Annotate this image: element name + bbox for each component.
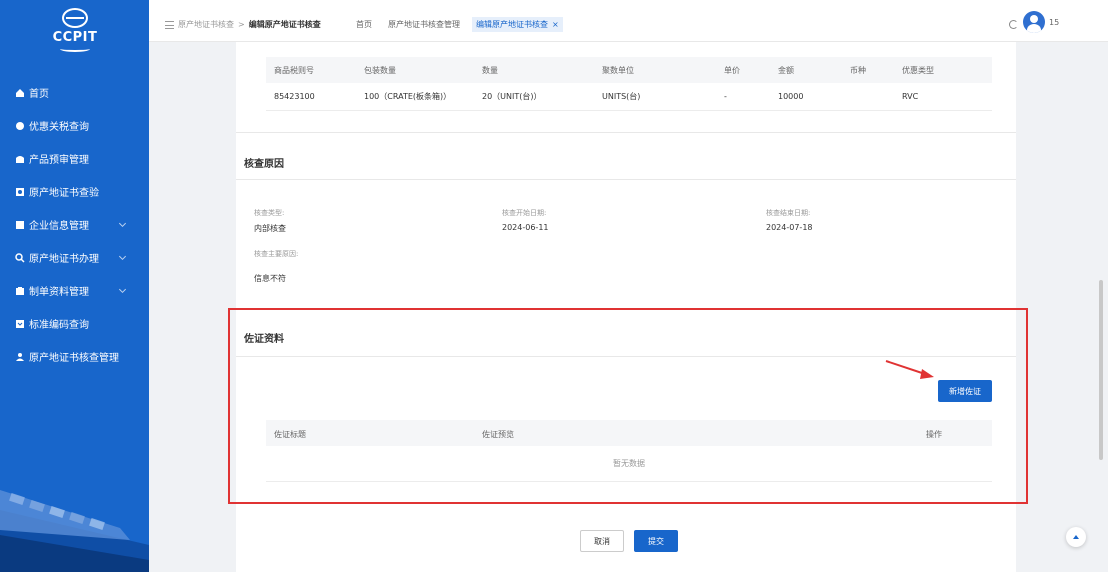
verify-type-label: 核查类型:: [254, 209, 285, 217]
globe-icon: [62, 8, 88, 28]
verify-main-reason-label: 核查主要原因:: [254, 250, 299, 258]
breadcrumb: 原产地证书核查 > 编辑原产地证书核查: [165, 19, 321, 30]
code-icon: [16, 319, 24, 328]
divider: [236, 132, 1016, 133]
table-row: 85423100 100（CRATE(板条箱)） 20（UNIT(台)） UNI…: [266, 83, 992, 111]
apply-icon: [15, 252, 25, 263]
column-header: 商品税则号: [274, 65, 314, 75]
sidebar-item-label: 产品预审管理: [29, 155, 89, 166]
sidebar-item-company-info[interactable]: 企业信息管理: [0, 208, 149, 241]
back-to-top-button[interactable]: [1066, 527, 1086, 547]
table-cell: UNITS(台): [602, 92, 641, 101]
sidebar-item-code-query[interactable]: 标准编码查询: [0, 307, 149, 340]
sidebar-item-label: 首页: [29, 89, 49, 100]
refresh-icon[interactable]: [1009, 20, 1018, 29]
sidebar-item-label: 优惠关税查询: [29, 122, 89, 133]
document-icon: [16, 286, 24, 295]
table-cell: 100（CRATE(板条箱)）: [364, 92, 452, 101]
sidebar-item-verification-manage[interactable]: 原产地证书核查管理: [0, 340, 149, 373]
arrow-annotation-icon: [885, 360, 934, 379]
tab-home[interactable]: 首页: [352, 17, 376, 32]
breadcrumb-current: 编辑原产地证书核查: [248, 20, 321, 29]
sidebar: CCPIT 首页 优惠关税查询 产品预审管理 原产地证书查验 企业信息管理 原产…: [0, 0, 149, 572]
empty-state: 暂无数据: [266, 446, 992, 482]
verify-main-reason-value: 信息不符: [254, 274, 286, 283]
table-cell: 85423100: [274, 92, 315, 101]
sidebar-item-tariff-query[interactable]: 优惠关税查询: [0, 109, 149, 142]
sidebar-menu: 首页 优惠关税查询 产品预审管理 原产地证书查验 企业信息管理 原产地证书办理 …: [0, 76, 149, 373]
verify-end-label: 核查结束日期:: [766, 209, 811, 217]
divider: [236, 179, 1016, 180]
sidebar-item-document-manage[interactable]: 制单资料管理: [0, 274, 149, 307]
sidebar-item-label: 原产地证书办理: [29, 254, 99, 265]
tab-label: 编辑原产地证书核查: [476, 20, 548, 29]
top-bar: 原产地证书核查 > 编辑原产地证书核查 首页 原产地证书核查管理 编辑原产地证书…: [149, 0, 1108, 42]
column-header: 币种: [850, 65, 866, 75]
sidebar-item-home[interactable]: 首页: [0, 76, 149, 109]
table-cell: RVC: [902, 92, 919, 101]
submit-button[interactable]: 提交: [634, 530, 678, 552]
breadcrumb-separator: >: [238, 20, 245, 29]
sidebar-item-label: 制单资料管理: [29, 287, 89, 298]
verify-type-value: 内部核查: [254, 224, 286, 233]
sidebar-item-label: 原产地证书查验: [29, 188, 99, 199]
column-header: 优惠类型: [902, 65, 934, 75]
sidebar-item-certificate-apply[interactable]: 原产地证书办理: [0, 241, 149, 274]
company-icon: [16, 220, 24, 229]
cargo-ship-illustration: [0, 490, 149, 572]
avatar[interactable]: [1023, 11, 1045, 33]
close-icon[interactable]: ×: [552, 20, 559, 29]
evidence-table-header: 佐证标题 佐证预览 操作: [266, 420, 992, 446]
column-header: 单价: [724, 65, 740, 75]
user-icon: [16, 352, 24, 361]
certificate-icon: [16, 187, 24, 196]
sidebar-item-label: 标准编码查询: [29, 320, 89, 331]
table-cell: -: [724, 92, 727, 101]
table-cell: 10000: [778, 92, 804, 101]
sidebar-item-product-review[interactable]: 产品预审管理: [0, 142, 149, 175]
chevron-down-icon: [118, 285, 127, 294]
home-icon: [16, 88, 24, 97]
scrollbar-thumb[interactable]: [1099, 280, 1103, 460]
table-cell: 20（UNIT(台)）: [482, 92, 542, 101]
verify-end-value: 2024-07-18: [766, 223, 813, 232]
search-icon: [16, 121, 24, 130]
add-evidence-button[interactable]: 新增佐证: [938, 380, 992, 402]
ccpit-logo[interactable]: CCPIT: [40, 8, 110, 68]
chevron-down-icon: [118, 252, 127, 261]
section-title-verify-reason: 核查原因: [244, 159, 284, 170]
column-header: 操作: [926, 430, 942, 439]
column-header: 佐证标题: [274, 430, 306, 439]
wing-icon: [60, 46, 90, 52]
column-header: 金额: [778, 65, 794, 75]
column-header: 佐证预览: [482, 430, 514, 439]
product-icon: [16, 155, 24, 163]
user-name[interactable]: 15: [1049, 18, 1059, 27]
column-header: 数量: [482, 65, 498, 75]
sidebar-item-label: 企业信息管理: [29, 221, 89, 232]
column-header: 聚数单位: [602, 65, 634, 75]
menu-toggle-icon[interactable]: [165, 20, 174, 29]
verify-start-label: 核查开始日期:: [502, 209, 547, 217]
column-header: 包装数量: [364, 65, 396, 75]
chevron-down-icon: [118, 219, 127, 228]
sidebar-item-label: 原产地证书核查管理: [29, 353, 119, 364]
tab-edit-verification[interactable]: 编辑原产地证书核查 ×: [472, 17, 563, 32]
product-table: 商品税则号 包装数量 数量 聚数单位 单价 金额 币种 优惠类型 8542310…: [266, 57, 992, 111]
logo-text: CCPIT: [52, 30, 98, 45]
tab-verification-manage[interactable]: 原产地证书核查管理: [384, 17, 464, 32]
verify-start-value: 2024-06-11: [502, 223, 549, 232]
table-header: 商品税则号 包装数量 数量 聚数单位 单价 金额 币种 优惠类型: [266, 57, 992, 83]
sidebar-item-certificate-check[interactable]: 原产地证书查验: [0, 175, 149, 208]
cancel-button[interactable]: 取消: [580, 530, 624, 552]
tab-bar: 首页 原产地证书核查管理 编辑原产地证书核查 ×: [352, 17, 563, 32]
breadcrumb-parent[interactable]: 原产地证书核查: [178, 19, 234, 30]
